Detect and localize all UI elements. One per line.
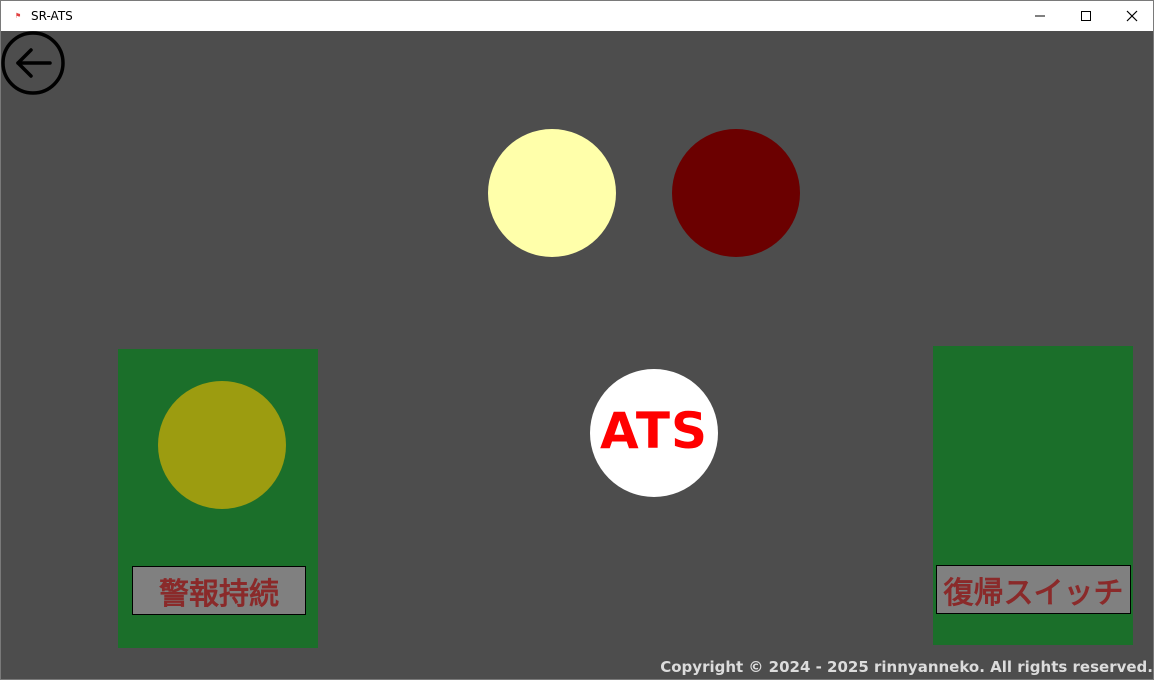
maximize-icon — [1081, 11, 1091, 21]
alarm-continue-button[interactable]: 警報持続 — [132, 566, 306, 615]
close-button[interactable] — [1109, 1, 1154, 31]
back-button[interactable] — [1, 31, 67, 97]
title-bar: ⚑ SR-ATS — [1, 1, 1153, 31]
warning-lamp — [158, 381, 286, 509]
arrow-left-circle-icon — [1, 31, 65, 95]
main-content: ATS 警報持続 復帰スイッチ Copyright © 2024 - 2025 … — [1, 31, 1153, 679]
ats-indicator-lamp: ATS — [590, 369, 718, 497]
ats-app-icon: ⚑ — [14, 12, 22, 20]
reset-switch-panel: 復帰スイッチ — [933, 346, 1133, 645]
maximize-button[interactable] — [1063, 1, 1109, 31]
ats-label: ATS — [600, 402, 708, 460]
close-icon — [1126, 10, 1138, 22]
window-title: SR-ATS — [31, 9, 73, 23]
minimize-icon — [1035, 15, 1045, 17]
top-right-indicator-lamp — [672, 129, 800, 257]
reset-switch-button[interactable]: 復帰スイッチ — [936, 565, 1131, 614]
minimize-button[interactable] — [1017, 1, 1063, 31]
app-window: ⚑ SR-ATS ATS 警報持続 復帰スイッチ Copyright © 202… — [0, 0, 1154, 680]
copyright-text: Copyright © 2024 - 2025 rinnyanneko. All… — [660, 658, 1153, 676]
top-left-indicator-lamp — [488, 129, 616, 257]
alarm-continue-panel: 警報持続 — [118, 349, 318, 648]
